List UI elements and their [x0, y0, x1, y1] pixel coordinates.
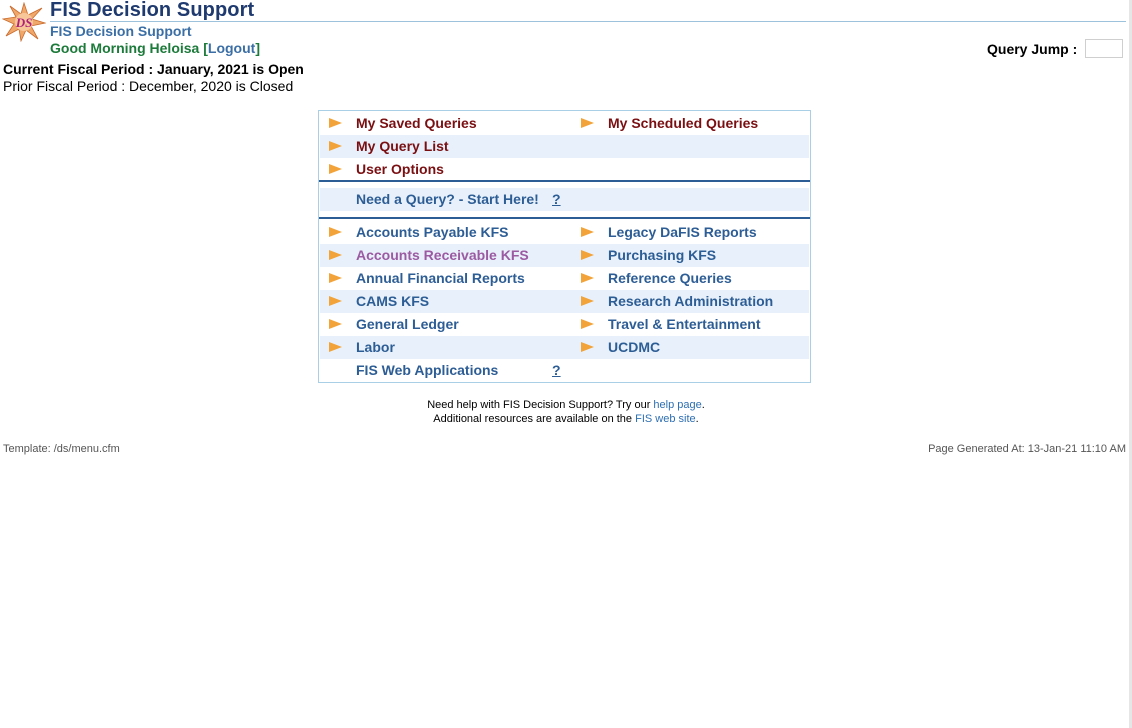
app-title: FIS Decision Support	[50, 0, 255, 21]
menu-row: User Options	[320, 158, 809, 181]
annual-financial-reports-link[interactable]: Annual Financial Reports	[356, 267, 525, 290]
web-apps-help-icon[interactable]: ?	[552, 359, 561, 382]
arrow-icon	[329, 141, 342, 151]
labor-link[interactable]: Labor	[356, 336, 395, 359]
ucdmc-link[interactable]: UCDMC	[608, 336, 660, 359]
menu-row: Accounts Receivable KFS Purchasing KFS	[320, 244, 809, 267]
menu-row: Need a Query? - Start Here! ?	[320, 188, 809, 211]
my-query-list-link[interactable]: My Query List	[356, 135, 449, 158]
menu-row: My Query List	[320, 135, 809, 158]
logout-bracket-close: ]	[255, 40, 260, 56]
app-subtitle: FIS Decision Support	[50, 23, 192, 39]
prior-fiscal-period: Prior Fiscal Period : December, 2020 is …	[3, 78, 294, 94]
page-header: DS FIS Decision Support FIS Decision Sup…	[0, 0, 1132, 100]
research-administration-link[interactable]: Research Administration	[608, 290, 773, 313]
arrow-icon	[581, 342, 594, 352]
section-divider	[319, 180, 810, 182]
purchasing-kfs-link[interactable]: Purchasing KFS	[608, 244, 716, 267]
legacy-dafis-reports-link[interactable]: Legacy DaFIS Reports	[608, 221, 757, 244]
arrow-icon	[329, 227, 342, 237]
arrow-icon	[329, 319, 342, 329]
menu-row: General Ledger Travel & Entertainment	[320, 313, 809, 336]
arrow-icon	[329, 164, 342, 174]
logout-link[interactable]: Logout	[208, 40, 255, 56]
menu-row: FIS Web Applications ?	[320, 359, 809, 382]
main-menu: My Saved Queries My Scheduled Queries My…	[318, 110, 811, 383]
help-text-suffix: .	[701, 399, 705, 411]
arrow-icon	[581, 296, 594, 306]
start-here-help-icon[interactable]: ?	[552, 188, 561, 211]
arrow-icon	[329, 342, 342, 352]
resources-text-suffix: .	[695, 413, 699, 425]
arrow-icon	[581, 227, 594, 237]
menu-row: Annual Financial Reports Reference Queri…	[320, 267, 809, 290]
arrow-icon	[329, 118, 342, 128]
menu-row: My Saved Queries My Scheduled Queries	[320, 112, 809, 135]
help-page-link[interactable]: help page	[653, 399, 701, 411]
start-here-link[interactable]: Need a Query? - Start Here!	[356, 188, 539, 211]
general-ledger-link[interactable]: General Ledger	[356, 313, 459, 336]
help-line-1: Need help with FIS Decision Support? Try…	[0, 399, 1132, 411]
accounts-payable-kfs-link[interactable]: Accounts Payable KFS	[356, 221, 509, 244]
greeting: Good Morning Heloisa [Logout]	[50, 40, 260, 56]
menu-row: CAMS KFS Research Administration	[320, 290, 809, 313]
query-jump-label: Query Jump :	[987, 41, 1078, 57]
arrow-icon	[581, 273, 594, 283]
menu-row: Accounts Payable KFS Legacy DaFIS Report…	[320, 221, 809, 244]
current-fiscal-period: Current Fiscal Period : January, 2021 is…	[3, 61, 304, 77]
query-jump-input[interactable]	[1085, 39, 1123, 58]
page-generated-timestamp: Page Generated At: 13-Jan-21 11:10 AM	[928, 443, 1126, 455]
arrow-icon	[329, 250, 342, 260]
menu-row: Labor UCDMC	[320, 336, 809, 359]
my-scheduled-queries-link[interactable]: My Scheduled Queries	[608, 112, 758, 135]
cams-kfs-link[interactable]: CAMS KFS	[356, 290, 429, 313]
template-path: Template: /ds/menu.cfm	[3, 443, 120, 455]
arrow-icon	[581, 319, 594, 329]
ds-logo: DS	[2, 2, 46, 42]
arrow-icon	[581, 250, 594, 260]
travel-entertainment-link[interactable]: Travel & Entertainment	[608, 313, 761, 336]
user-options-link[interactable]: User Options	[356, 158, 444, 181]
fis-web-site-link[interactable]: FIS web site	[635, 413, 696, 425]
arrow-icon	[329, 273, 342, 283]
fis-web-applications-link[interactable]: FIS Web Applications	[356, 359, 498, 382]
accounts-receivable-kfs-link[interactable]: Accounts Receivable KFS	[356, 244, 529, 267]
help-line-2: Additional resources are available on th…	[0, 413, 1132, 425]
greeting-text: Good Morning Heloisa	[50, 40, 200, 56]
arrow-icon	[581, 118, 594, 128]
resources-text: Additional resources are available on th…	[433, 413, 636, 425]
arrow-icon	[329, 296, 342, 306]
title-divider	[50, 21, 1126, 22]
my-saved-queries-link[interactable]: My Saved Queries	[356, 112, 477, 135]
logo-text: DS	[15, 15, 33, 30]
reference-queries-link[interactable]: Reference Queries	[608, 267, 732, 290]
section-divider	[319, 217, 810, 219]
help-text: Need help with FIS Decision Support? Try…	[427, 399, 654, 411]
